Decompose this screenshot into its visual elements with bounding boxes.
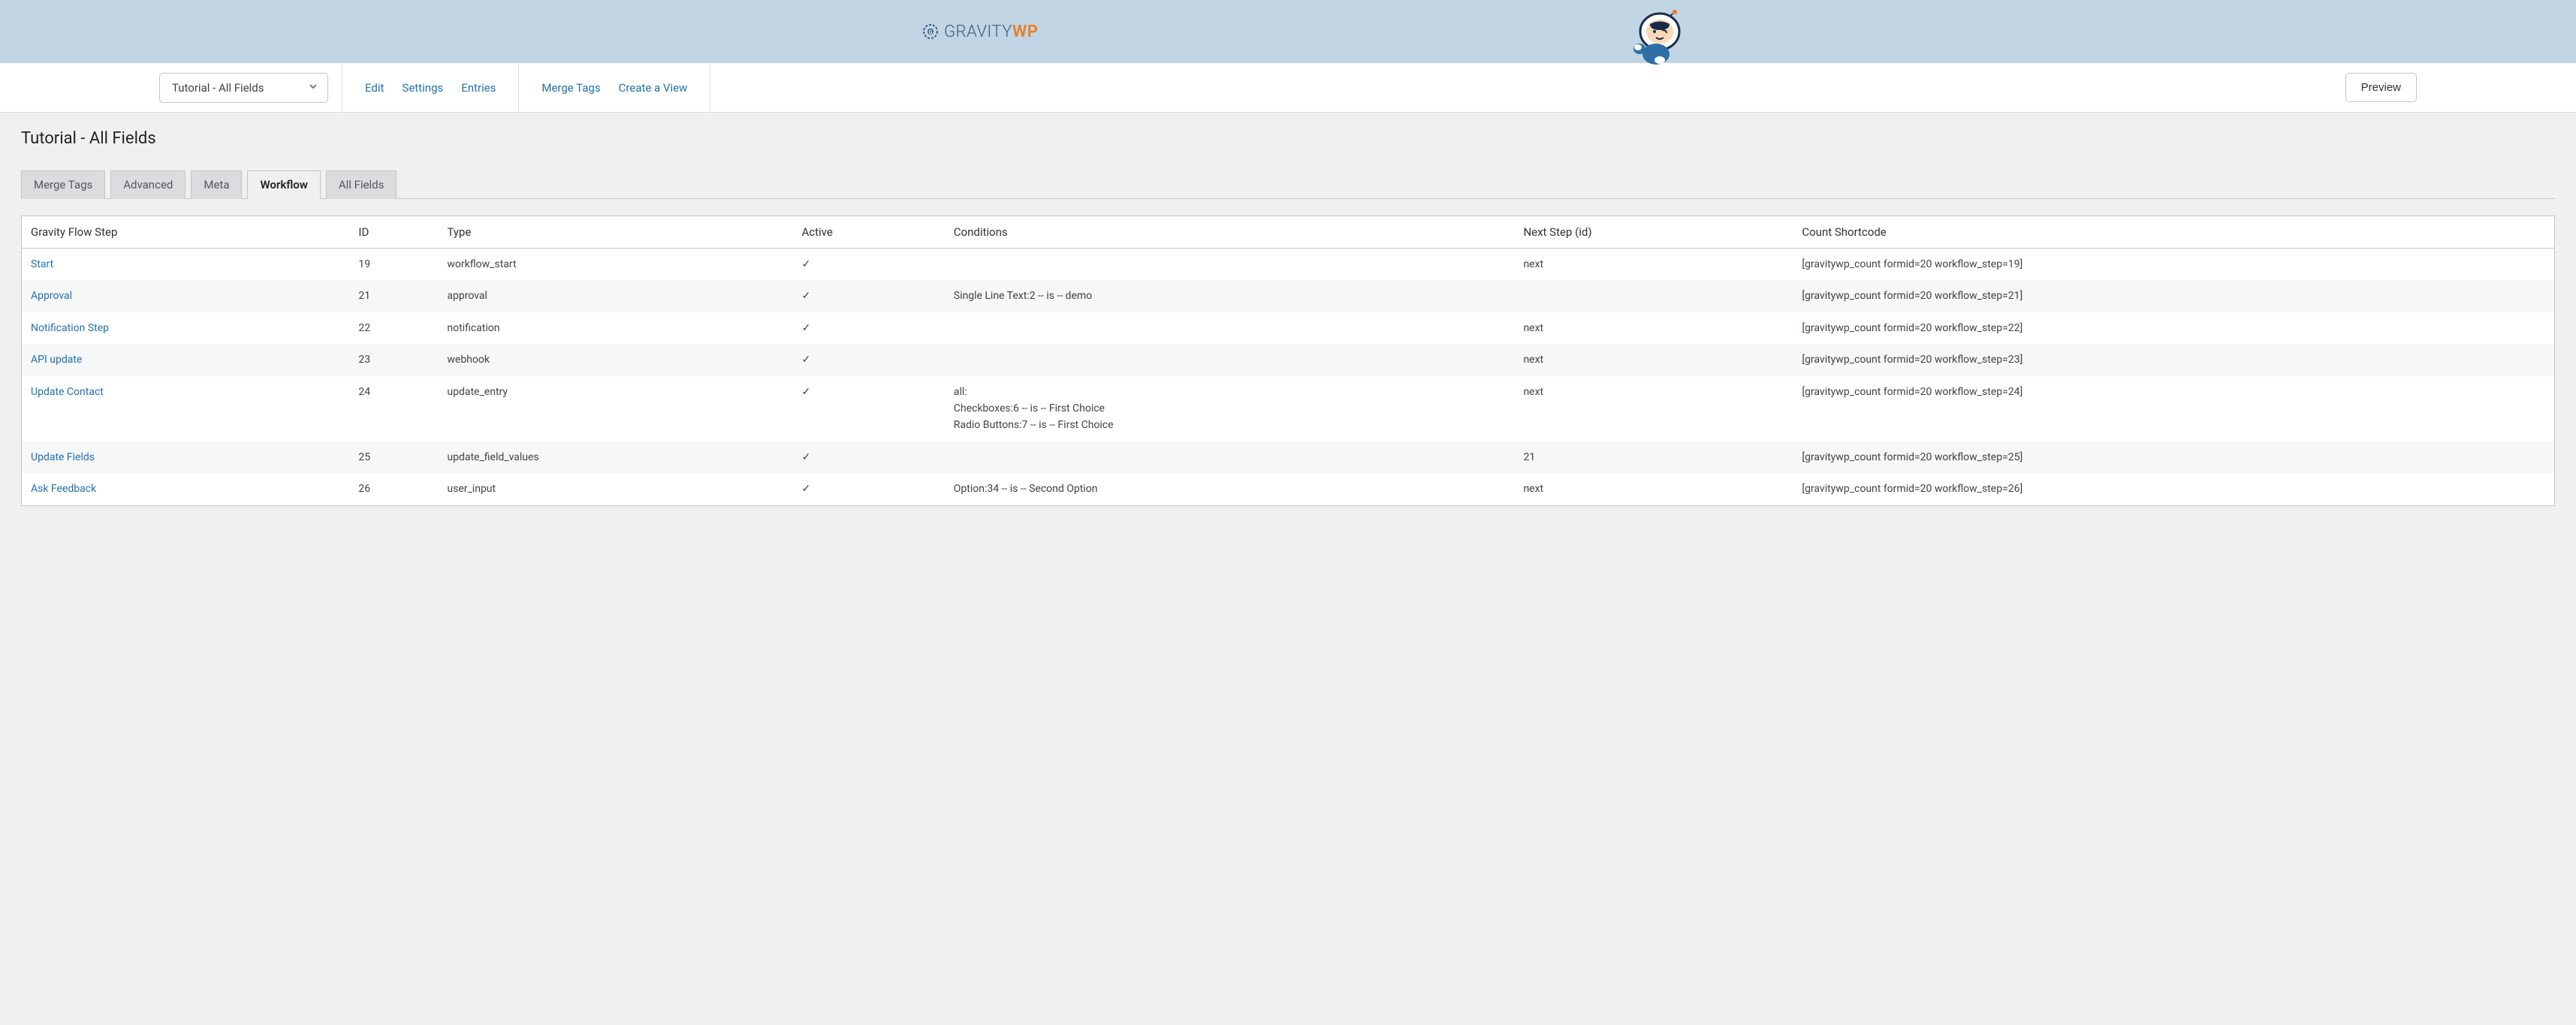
- cell-next: next: [1516, 312, 1794, 344]
- th-conditions: Conditions: [946, 216, 1516, 249]
- table-row: API update 23webhook✓ next[gravitywp_count…: [22, 344, 2554, 375]
- nav-merge-tags[interactable]: Merge Tags: [532, 75, 609, 101]
- step-link[interactable]: Update Contact: [31, 386, 104, 398]
- cell-type: webhook: [439, 344, 794, 375]
- header: G GRAVITYWP: [0, 0, 2576, 63]
- cell-shortcode: [gravitywp_count formid=20 workflow_step…: [1794, 442, 2554, 473]
- step-link[interactable]: API update: [31, 354, 82, 366]
- cell-type: workflow_start: [439, 249, 794, 281]
- cell-next: next: [1516, 376, 1794, 442]
- preview-button[interactable]: Preview: [2345, 73, 2417, 102]
- cell-id: 24: [351, 376, 439, 442]
- table-row: Ask Feedback 26user_input✓Option:34 -- is…: [22, 473, 2554, 505]
- cell-conditions: Single Line Text:2 -- is -- demo: [946, 280, 1516, 312]
- table-row: Update Contact 24update_entry✓all: Checkb…: [22, 376, 2554, 442]
- cell-shortcode: [gravitywp_count formid=20 workflow_step…: [1794, 280, 2554, 312]
- cell-next: [1516, 280, 1794, 312]
- cell-conditions: [946, 312, 1516, 344]
- step-link[interactable]: Approval: [31, 290, 72, 302]
- divider: [518, 63, 519, 113]
- th-shortcode: Count Shortcode: [1794, 216, 2554, 249]
- svg-text:G: G: [929, 29, 933, 35]
- table-row: Start 19workflow_start✓ next[gravitywp_cou…: [22, 249, 2554, 281]
- cell-active: ✓: [794, 344, 946, 375]
- astronaut-mascot-icon: [1618, 8, 1686, 68]
- cell-next: next: [1516, 473, 1794, 505]
- cell-type: approval: [439, 280, 794, 312]
- tabs: Merge TagsAdvancedMetaWorkflowAll Fields: [21, 170, 2555, 199]
- cell-type: user_input: [439, 473, 794, 505]
- tab-advanced[interactable]: Advanced: [110, 170, 186, 199]
- workflow-table-container: Gravity Flow Step ID Type Active Conditi…: [21, 216, 2555, 506]
- logo: G GRAVITYWP: [922, 23, 1038, 41]
- nav-edit[interactable]: Edit: [356, 75, 393, 101]
- form-selector-label: Tutorial - All Fields: [172, 81, 264, 95]
- logo-gravity: GRAVITY: [944, 23, 1012, 41]
- cell-next: 21: [1516, 442, 1794, 473]
- cell-active: ✓: [794, 312, 946, 344]
- cell-id: 25: [351, 442, 439, 473]
- nav-create-view[interactable]: Create a View: [610, 75, 697, 101]
- cell-type: update_field_values: [439, 442, 794, 473]
- cell-active: ✓: [794, 280, 946, 312]
- th-next: Next Step (id): [1516, 216, 1794, 249]
- cell-id: 22: [351, 312, 439, 344]
- step-link[interactable]: Ask Feedback: [31, 483, 96, 495]
- cell-conditions: Option:34 -- is -- Second Option: [946, 473, 1516, 505]
- nav-entries[interactable]: Entries: [452, 75, 505, 101]
- th-step: Gravity Flow Step: [22, 216, 351, 249]
- cell-conditions: [946, 442, 1516, 473]
- table-row: Approval 21approval✓Single Line Text:2 --…: [22, 280, 2554, 312]
- logo-text: GRAVITYWP: [944, 23, 1038, 41]
- th-active: Active: [794, 216, 946, 249]
- tab-meta[interactable]: Meta: [191, 170, 242, 199]
- cell-shortcode: [gravitywp_count formid=20 workflow_step…: [1794, 344, 2554, 375]
- cell-next: next: [1516, 344, 1794, 375]
- cell-next: next: [1516, 249, 1794, 281]
- tab-all-fields[interactable]: All Fields: [326, 170, 397, 199]
- table-row: Update Fields 25update_field_values✓ 21[gr…: [22, 442, 2554, 473]
- cell-conditions: all: Checkboxes:6 -- is -- First Choice …: [946, 376, 1516, 442]
- tab-workflow[interactable]: Workflow: [247, 170, 320, 199]
- workflow-table: Gravity Flow Step ID Type Active Conditi…: [22, 216, 2554, 505]
- form-selector[interactable]: Tutorial - All Fields: [159, 73, 328, 103]
- page-content: Tutorial - All Fields Merge TagsAdvanced…: [0, 113, 2576, 523]
- nav-settings[interactable]: Settings: [393, 75, 452, 101]
- step-link[interactable]: Update Fields: [31, 451, 95, 463]
- cell-id: 26: [351, 473, 439, 505]
- cell-id: 23: [351, 344, 439, 375]
- step-link[interactable]: Notification Step: [31, 322, 109, 334]
- cell-active: ✓: [794, 473, 946, 505]
- cell-shortcode: [gravitywp_count formid=20 workflow_step…: [1794, 249, 2554, 281]
- cell-type: update_entry: [439, 376, 794, 442]
- cell-active: ✓: [794, 376, 946, 442]
- table-row: Notification Step 22notification✓ next[gra…: [22, 312, 2554, 344]
- step-link[interactable]: Start: [31, 258, 53, 270]
- toolbar: Tutorial - All Fields Edit Settings Entr…: [0, 63, 2576, 113]
- tab-merge-tags[interactable]: Merge Tags: [21, 170, 105, 199]
- cell-active: ✓: [794, 249, 946, 281]
- cell-conditions: [946, 249, 1516, 281]
- th-type: Type: [439, 216, 794, 249]
- logo-wp: WP: [1012, 23, 1038, 41]
- cell-shortcode: [gravitywp_count formid=20 workflow_step…: [1794, 312, 2554, 344]
- th-id: ID: [351, 216, 439, 249]
- cell-id: 21: [351, 280, 439, 312]
- chevron-down-icon: [308, 81, 318, 95]
- page-title: Tutorial - All Fields: [21, 129, 2555, 148]
- cell-id: 19: [351, 249, 439, 281]
- gear-icon: G: [922, 23, 940, 41]
- cell-conditions: [946, 344, 1516, 375]
- cell-type: notification: [439, 312, 794, 344]
- cell-active: ✓: [794, 442, 946, 473]
- cell-shortcode: [gravitywp_count formid=20 workflow_step…: [1794, 376, 2554, 442]
- cell-shortcode: [gravitywp_count formid=20 workflow_step…: [1794, 473, 2554, 505]
